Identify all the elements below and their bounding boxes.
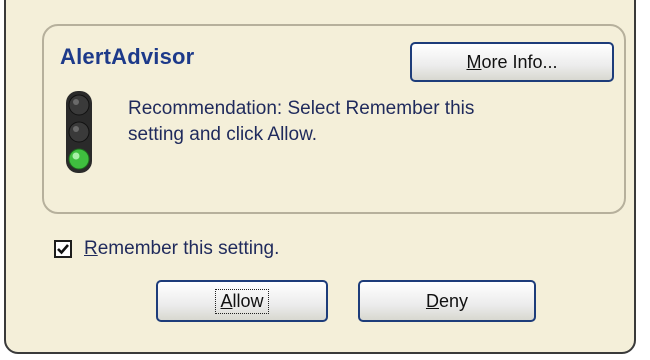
alert-dialog: AlertAdvisor More Info... Recommendation… — [4, 0, 636, 354]
recommendation-text: Recommendation: Select Remember this set… — [128, 96, 608, 148]
alert-advisor-panel: AlertAdvisor More Info... Recommendation… — [42, 24, 626, 214]
alert-advisor-title: AlertAdvisor — [60, 44, 195, 69]
recommendation-line-2: setting and click Allow. — [128, 124, 318, 145]
remember-setting-row[interactable]: Remember this setting. — [54, 236, 279, 262]
more-info-button[interactable]: More Info... — [410, 42, 614, 82]
more-info-label: More Info... — [466, 51, 558, 72]
traffic-light-icon — [66, 91, 92, 173]
recommendation-line-1: Recommendation: Select Remember this — [128, 98, 475, 119]
remember-label[interactable]: Remember this setting. — [84, 238, 279, 260]
allow-label: Allow — [215, 288, 269, 314]
checkmark-icon — [57, 244, 69, 255]
allow-button[interactable]: Allow — [156, 280, 328, 322]
deny-label: Deny — [425, 290, 469, 311]
deny-button[interactable]: Deny — [358, 280, 536, 322]
remember-checkbox[interactable] — [54, 240, 72, 258]
